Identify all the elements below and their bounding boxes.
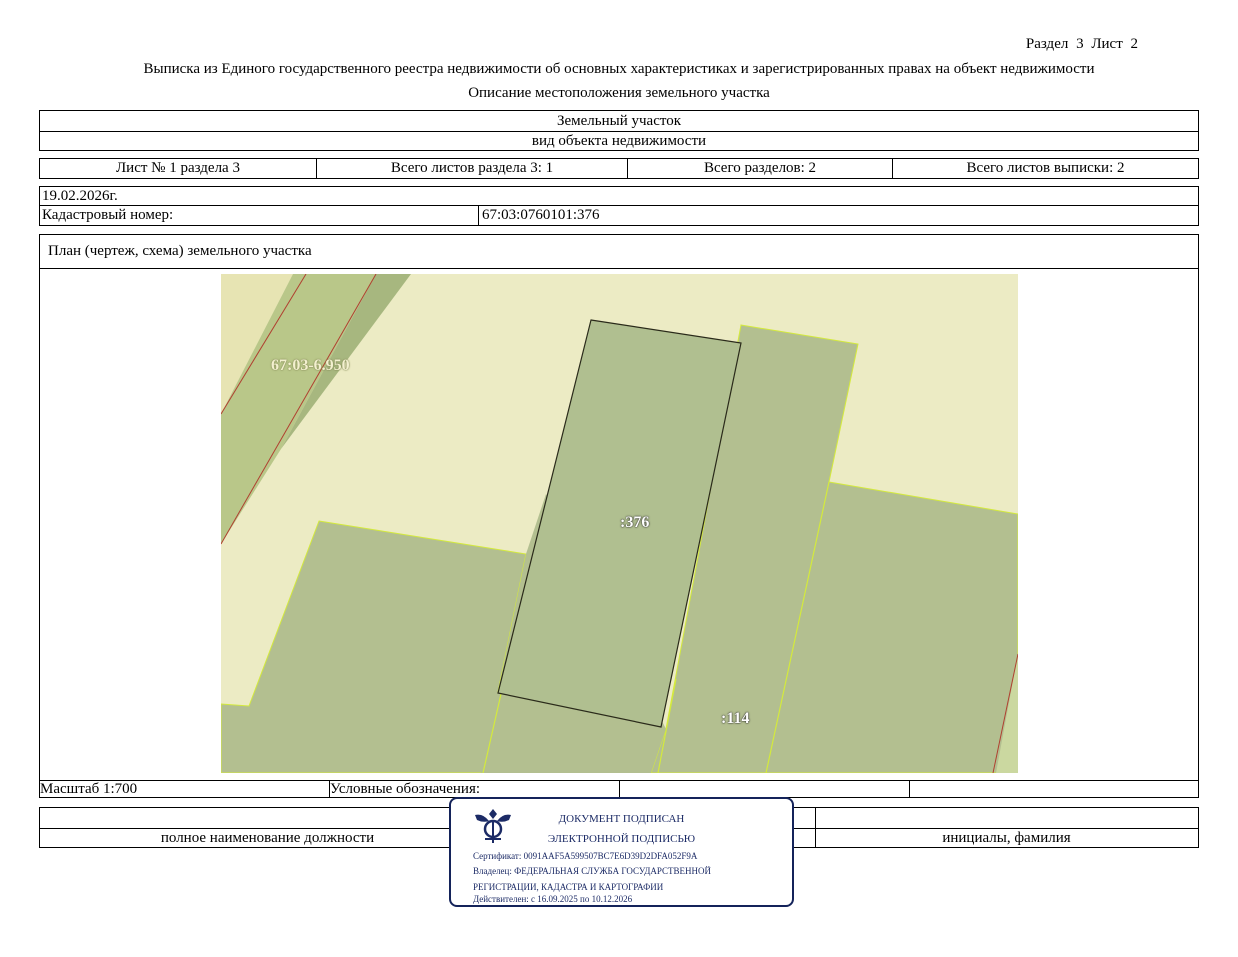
cadastral-label: Кадастровый номер:	[42, 207, 174, 223]
divider	[40, 131, 1198, 132]
extract-date: 19.02.2026г.	[42, 188, 118, 204]
plan-map: 67:03-6.950 :376 :114	[221, 274, 1018, 773]
stamp-line2: ЭЛЕКТРОННОЙ ПОДПИСЬЮ	[547, 833, 696, 845]
stamp-owner-1: Владелец: ФЕДЕРАЛЬНАЯ СЛУЖБА ГОСУДАРСТВЕ…	[473, 866, 712, 876]
stamp-valid: Действителен: с 16.09.2025 по 10.12.2026	[473, 894, 633, 904]
document-subtitle: Описание местоположения земельного участ…	[468, 85, 770, 101]
quarter-label: 67:03-6.950	[271, 357, 350, 374]
position-caption: полное наименование должности	[160, 830, 375, 846]
scale-label: Масштаб 1:700	[40, 781, 330, 797]
legend-row: Масштаб 1:700 Условные обозначения:	[39, 780, 1199, 798]
sheets-row: Лист № 1 раздела 3 Всего листов раздела …	[39, 158, 1199, 179]
total-sheets-extract: Всего листов выписки: 2	[966, 160, 1125, 176]
legend-label: Условные обозначения:	[330, 781, 620, 797]
sheet-of-section: Лист № 1 раздела 3	[40, 159, 317, 178]
cadastral-number: 67:03:0760101:376	[482, 207, 600, 223]
stamp-line1: ДОКУМЕНТ ПОДПИСАН	[558, 813, 685, 825]
total-sections: Всего разделов: 2	[628, 159, 893, 178]
name-caption: инициалы, фамилия	[942, 830, 1071, 846]
stamp-certificate: Сертификат: 0091AAF5A599507BC7E6D39D2DFA…	[473, 851, 698, 861]
total-sheets-section: Всего листов раздела 3: 1	[317, 159, 628, 178]
legend-cell-empty	[910, 781, 1198, 797]
date-row: 19.02.2026г.	[39, 186, 1199, 206]
object-kind-table: Земельный участок вид объекта недвижимос…	[39, 110, 1199, 151]
document-title: Выписка из Единого государственного реес…	[143, 61, 1095, 77]
parcel-114-label: :114	[721, 710, 750, 727]
e-signature-stamp: ДОКУМЕНТ ПОДПИСАН ЭЛЕКТРОННОЙ ПОДПИСЬЮ С…	[449, 797, 794, 907]
divider	[40, 268, 1198, 269]
stamp-owner-2: РЕГИСТРАЦИИ, КАДАСТРА И КАРТОГРАФИИ	[473, 882, 664, 892]
cadastral-row: Кадастровый номер: 67:03:0760101:376	[39, 205, 1199, 226]
section-sheet-label: Раздел 3 Лист 2	[1025, 36, 1138, 52]
object-kind-caption: вид объекта недвижимости	[531, 133, 707, 149]
object-kind-value: Земельный участок	[556, 113, 682, 129]
legend-cell-empty	[620, 781, 910, 797]
plan-title: План (чертеж, схема) земельного участка	[48, 243, 312, 259]
divider	[478, 206, 479, 225]
parcel-376-label: :376	[620, 514, 650, 531]
